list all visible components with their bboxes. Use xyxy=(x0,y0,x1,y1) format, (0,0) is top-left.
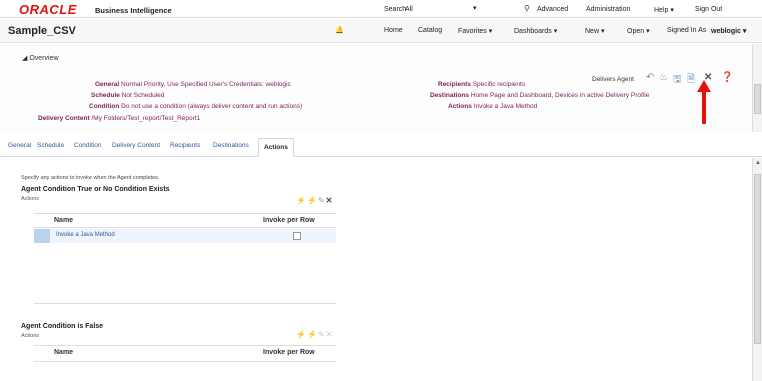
true-section-title: Agent Condition True or No Condition Exi… xyxy=(21,186,170,193)
invoke-per-row-checkbox[interactable] xyxy=(293,232,301,240)
sign-out-link[interactable]: Sign Out xyxy=(695,6,722,13)
overview-scrollbar[interactable] xyxy=(752,44,762,132)
search-icon[interactable]: ⚲ xyxy=(524,4,530,13)
scroll-thumb[interactable] xyxy=(754,174,761,344)
overview-key: Condition xyxy=(89,103,120,110)
edit-icon[interactable]: ✎ xyxy=(318,196,326,205)
table-header: Name Invoke per Row xyxy=(34,346,336,362)
tab-delivery-content[interactable]: Delivery Content xyxy=(112,142,160,149)
overview-delivery-content: Delivery Content /My Folders/Test_report… xyxy=(38,115,200,122)
overview-condition: Condition Do not use a condition (always… xyxy=(89,103,302,110)
tab-general[interactable]: General xyxy=(8,142,31,149)
true-section-toolbar: ⚡⚡✎✕ xyxy=(296,196,333,205)
add-action-icon[interactable]: ⚡ xyxy=(296,330,307,339)
tab-bar: General Schedule Condition Delivery Cont… xyxy=(0,136,762,157)
overview-key: Delivery Content xyxy=(38,115,90,122)
edit-icon[interactable]: ✎ xyxy=(318,330,326,339)
table-body: Invoke a Java Method xyxy=(34,229,336,304)
overview-key: Destinations xyxy=(430,92,470,99)
false-actions-table: Name Invoke per Row xyxy=(34,345,336,381)
overview-value: Invoke a Java Method xyxy=(473,103,538,110)
table-row[interactable]: Invoke a Java Method xyxy=(34,229,336,243)
page-header: Sample_CSV 🔔 Home Catalog Favorites ▾ Da… xyxy=(0,19,762,43)
scroll-up-icon[interactable]: ▲ xyxy=(755,160,761,166)
save-as-icon[interactable]: 🗎 xyxy=(687,72,695,89)
oracle-logo[interactable]: ORACLE xyxy=(19,3,77,16)
overview-general: General Normal Priority, Use Specified U… xyxy=(95,81,291,88)
overview-key: Schedule xyxy=(91,92,120,99)
action-name-link[interactable]: Invoke a Java Method xyxy=(56,232,115,238)
favorites-menu[interactable]: Favorites ▾ xyxy=(458,27,492,35)
tab-schedule[interactable]: Schedule xyxy=(37,142,64,149)
content-scrollbar[interactable]: ▲ xyxy=(752,158,762,381)
col-name-header: Name xyxy=(54,217,74,224)
overview-key: Actions xyxy=(448,103,472,110)
overview-recipients: Recipients Specific recipients xyxy=(438,81,525,88)
overview-actions: Actions Invoke a Java Method xyxy=(448,103,537,110)
add-action-icon[interactable]: ⚡ xyxy=(296,196,307,205)
new-menu[interactable]: New ▾ xyxy=(585,27,604,35)
overview-schedule: Schedule Not Scheduled xyxy=(91,92,164,99)
overview-panel: ◢ Overview General Normal Priority, Use … xyxy=(0,44,762,132)
tab-actions[interactable]: Actions xyxy=(258,138,294,157)
scroll-thumb[interactable] xyxy=(754,84,761,114)
red-arrow-icon xyxy=(697,80,711,124)
chevron-down-icon: ▾ xyxy=(473,5,477,12)
search-scope-value: All xyxy=(405,6,413,13)
catalog-link[interactable]: Catalog xyxy=(418,27,442,34)
overview-value: Not Scheduled xyxy=(121,92,165,99)
overview-toggle[interactable]: ◢ Overview xyxy=(22,54,59,62)
overview-value: /My Folders/Test_report/Test_Report1 xyxy=(91,115,201,122)
administration-link[interactable]: Administration xyxy=(586,6,630,13)
false-section-toolbar: ⚡⚡✎✕ xyxy=(296,330,333,339)
tab-destinations[interactable]: Destinations xyxy=(213,142,249,149)
add-action-alt-icon[interactable]: ⚡ xyxy=(307,196,318,205)
delete-icon[interactable]: ✕ xyxy=(326,330,334,339)
advanced-link[interactable]: Advanced xyxy=(537,6,568,13)
help-menu[interactable]: Help ▾ xyxy=(654,6,674,14)
signed-in-as-label: Signed In As xyxy=(667,27,707,34)
delete-icon[interactable]: ✕ xyxy=(326,196,334,205)
add-action-alt-icon[interactable]: ⚡ xyxy=(307,330,318,339)
delivers-agent-label: Delivers Agent xyxy=(592,76,634,83)
actions-panel: Specify any actions to invoke when the A… xyxy=(0,158,752,381)
false-section-title: Agent Condition is False xyxy=(21,323,104,330)
overview-destinations: Destinations Home Page and Dashboard, De… xyxy=(430,92,649,99)
help-icon[interactable]: ❓ xyxy=(721,72,733,83)
overview-key: General xyxy=(95,81,120,88)
top-bar: ORACLE Business Intelligence Search All … xyxy=(0,0,762,18)
undo-icon[interactable]: ↶ xyxy=(646,72,654,83)
alert-icon[interactable]: 🔔 xyxy=(335,26,344,34)
open-menu[interactable]: Open ▾ xyxy=(627,27,650,35)
overview-value: Normal Priority, Use Specified User's Cr… xyxy=(121,81,291,88)
overview-value: Specific recipients xyxy=(472,81,526,88)
overview-key: Recipients xyxy=(438,81,471,88)
page-title: Sample_CSV xyxy=(8,25,76,37)
tab-recipients[interactable]: Recipients xyxy=(170,142,200,149)
false-section-subtitle: Actions xyxy=(21,333,40,339)
col-invoke-header: Invoke per Row xyxy=(263,217,315,224)
table-header: Name Invoke per Row xyxy=(34,214,336,228)
true-actions-table: Name Invoke per Row Invoke a Java Method xyxy=(34,213,336,304)
overview-value: Home Page and Dashboard, Devices in acti… xyxy=(470,92,650,99)
search-scope-select[interactable]: All ▾ xyxy=(403,3,481,15)
run-agent-icon[interactable]: ♨ xyxy=(659,72,668,83)
actions-hint: Specify any actions to invoke when the A… xyxy=(21,175,160,181)
dashboards-menu[interactable]: Dashboards ▾ xyxy=(514,27,557,35)
tab-condition[interactable]: Condition xyxy=(74,142,101,149)
col-invoke-header: Invoke per Row xyxy=(263,349,315,356)
save-icon[interactable]: 🖫 xyxy=(673,72,682,89)
row-selector[interactable] xyxy=(34,229,50,243)
col-name-header: Name xyxy=(54,349,74,356)
true-section-subtitle: Actions xyxy=(21,196,40,202)
home-link[interactable]: Home xyxy=(384,27,403,34)
overview-value: Do not use a condition (always deliver c… xyxy=(121,103,303,110)
product-name: Business Intelligence xyxy=(95,6,172,15)
user-menu[interactable]: weblogic ▾ xyxy=(711,27,746,35)
